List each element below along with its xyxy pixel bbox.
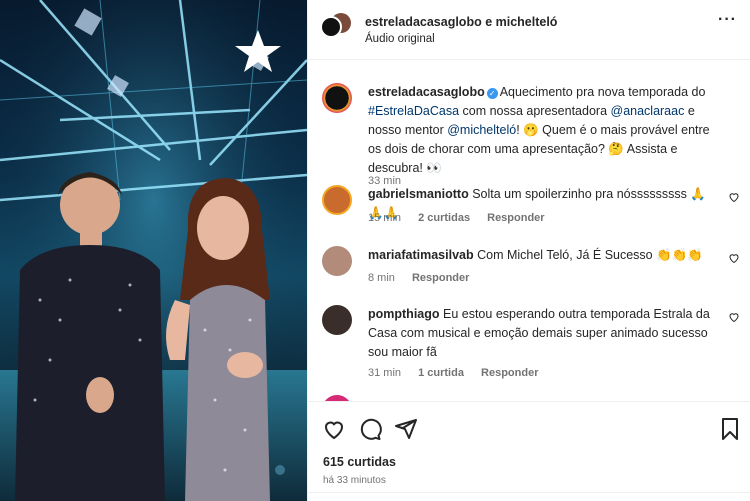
comment-username[interactable]: gabrielsmaniotto: [368, 187, 469, 201]
post-actions: 615 curtidas há 33 minutos: [308, 401, 750, 501]
caption-text-part: com nossa apresentadora: [459, 104, 611, 118]
share-icon[interactable]: [394, 417, 418, 441]
comment-time: 31 min: [368, 367, 402, 379]
comment-text: pompthiago Eu estou esperando outra temp…: [368, 305, 718, 362]
mention-link[interactable]: @anaclaraac: [611, 104, 685, 118]
hashtag-link[interactable]: #EstrelaDaCasa: [368, 104, 459, 118]
comment-username[interactable]: pompthiago: [368, 307, 440, 321]
comment-icon[interactable]: [358, 417, 382, 441]
avatar[interactable]: [320, 16, 342, 38]
post-header: estreladacasaglobo e michelteló Áudio or…: [308, 0, 750, 60]
post-authors[interactable]: estreladacasaglobo e michelteló: [365, 15, 557, 29]
caption-text-part: Aquecimento pra nova temporada do: [499, 85, 706, 99]
post-media[interactable]: [0, 0, 307, 501]
comment-likes[interactable]: 2 curtidas: [418, 212, 470, 224]
post-time[interactable]: há 33 minutos: [323, 475, 386, 486]
verified-icon: ✓: [486, 88, 498, 99]
comment-meta: 8 min Responder: [368, 272, 483, 284]
heart-icon[interactable]: [728, 191, 740, 203]
comments-section[interactable]: estreladacasaglobo ✓ Aquecimento pra nova …: [308, 61, 750, 401]
comment-meta: 15 min 2 curtidas Responder: [368, 212, 559, 224]
audio-label[interactable]: Áudio original: [365, 33, 435, 45]
divider: [308, 492, 750, 493]
heart-icon[interactable]: [728, 252, 740, 264]
comment-body: Com Michel Teló, Já É Sucesso 👏👏👏: [477, 248, 703, 262]
comment-time: 15 min: [368, 212, 402, 224]
avatar[interactable]: [322, 185, 352, 215]
reply-button[interactable]: Responder: [487, 212, 544, 224]
heart-icon[interactable]: [322, 417, 346, 441]
reply-button[interactable]: Responder: [481, 367, 538, 379]
mention-link[interactable]: @michelteló: [447, 123, 516, 137]
avatar[interactable]: [322, 246, 352, 276]
comment-time: 8 min: [368, 272, 395, 284]
more-icon[interactable]: ···: [718, 11, 737, 29]
caption-text: estreladacasaglobo ✓ Aquecimento pra nova …: [368, 83, 718, 178]
bookmark-icon[interactable]: [718, 417, 742, 441]
post-panel: estreladacasaglobo e michelteló Áudio or…: [307, 0, 750, 501]
likes-count[interactable]: 615 curtidas: [323, 455, 396, 469]
heart-icon[interactable]: [728, 311, 740, 323]
comment-text: mariafatimasilvab Com Michel Teló, Já É …: [368, 246, 718, 265]
reply-button[interactable]: Responder: [412, 272, 469, 284]
comment-likes[interactable]: 1 curtida: [418, 367, 464, 379]
comment-meta: 31 min 1 curtida Responder: [368, 367, 552, 379]
avatar[interactable]: [322, 305, 352, 335]
caption-username[interactable]: estreladacasaglobo: [368, 85, 485, 99]
video-frame: [0, 0, 307, 501]
comment-username[interactable]: mariafatimasilvab: [368, 248, 474, 262]
avatar[interactable]: [322, 83, 352, 113]
